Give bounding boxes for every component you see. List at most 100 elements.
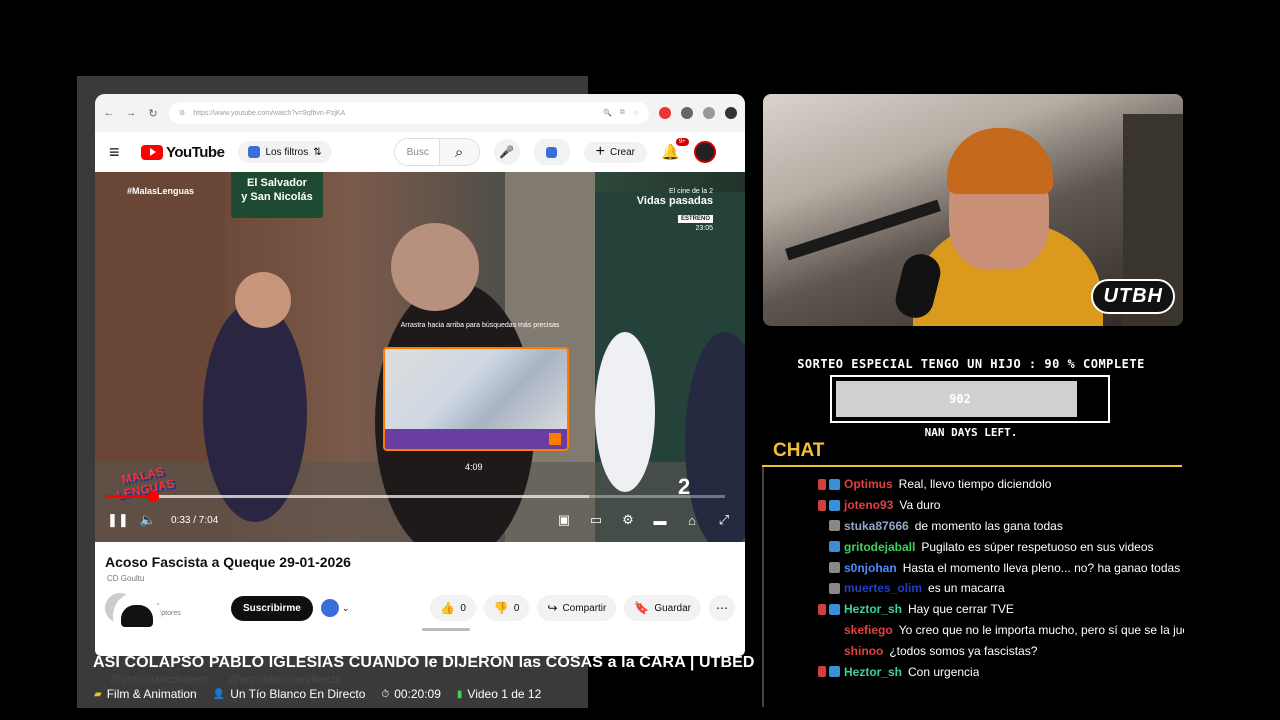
theater-mode-icon[interactable]: ▬ — [651, 513, 669, 528]
chat-title: CHAT — [773, 440, 825, 461]
site-info-icon[interactable]: ⚙ — [179, 109, 185, 117]
cast-icon[interactable]: ⌂ — [683, 513, 701, 528]
account-avatar[interactable] — [693, 141, 716, 163]
reload-icon[interactable]: ↻ — [147, 107, 159, 120]
forward-icon[interactable]: → — [125, 107, 137, 119]
video-title: Acoso Fascista a Queque 29-01-2026 — [105, 554, 351, 570]
membership-chip[interactable]: ⌄ — [320, 599, 349, 617]
person-white-shirt — [595, 332, 655, 492]
zoom-icon[interactable]: 🔍 — [603, 109, 612, 117]
browser-window: ← → ↻ ⚙ https://www.youtube.com/watch?v=… — [95, 94, 745, 656]
youtube-logo[interactable]: YouTube — [141, 144, 225, 161]
chat-username[interactable]: muertes_olim — [844, 581, 922, 595]
subtitles-ai-icon[interactable]: ▣ — [555, 512, 573, 528]
volume-icon[interactable]: 🔈 — [139, 512, 157, 528]
chat-username[interactable]: Heztor_sh — [844, 602, 902, 616]
create-label: Crear — [609, 146, 635, 158]
extension-profile-icon[interactable] — [725, 107, 737, 119]
hat-character-overlay — [113, 592, 161, 640]
extension-puzzle-icon[interactable] — [681, 107, 693, 119]
gear-icon[interactable]: ⚙ — [619, 512, 637, 528]
thumbs-up-icon: 👍 — [440, 601, 456, 615]
chat-badge-icon — [829, 582, 840, 594]
video-channel-chip[interactable]: CD Goultu — [107, 574, 144, 583]
save-button[interactable]: 🔖 Guardar — [624, 595, 701, 621]
chat-text: Hasta el momento lleva pleno... no? ha g… — [902, 560, 1181, 575]
streamer-beanie — [947, 128, 1053, 194]
captions-icon[interactable]: ▭ — [587, 512, 605, 528]
progress-bar[interactable] — [105, 491, 725, 502]
youtube-header: ≡ YouTube Los filtros ⇅ Busc ⌕ 🎤 + Crear… — [95, 132, 745, 172]
ai-chip[interactable] — [533, 139, 570, 165]
fullscreen-icon[interactable]: ⤢ — [715, 512, 733, 528]
ai-badge-icon — [546, 146, 558, 158]
chat-badge-icon — [829, 520, 840, 532]
progress-played — [105, 495, 154, 498]
progress-buffered — [105, 495, 589, 498]
ghost-handle-1: @untioblancohetero — [110, 674, 209, 686]
chat-username[interactable]: s0njohan — [844, 561, 897, 575]
video-player[interactable]: #MalasLenguas El Salvador y San Nicolás … — [95, 172, 745, 542]
like-button[interactable]: 👍 0 — [430, 595, 476, 621]
tv-promo-estreno: ESTRENO — [677, 215, 713, 223]
share-button[interactable]: ↪ Compartir — [537, 595, 617, 621]
seek-thumbnail-preview — [383, 347, 569, 451]
chat-message: skefiego Yo creo que no le importa mucho,… — [770, 620, 1184, 641]
chat-text: Hay que cerrar TVE — [908, 602, 1014, 617]
search-icon[interactable]: ⌕ — [438, 139, 479, 165]
chat-badge-icon — [829, 666, 840, 678]
scroll-indicator[interactable] — [422, 628, 470, 631]
preview-logo — [549, 433, 561, 445]
chat-badges — [770, 666, 844, 678]
meta-duration: ⏱ 00:20:09 — [381, 687, 441, 701]
meta-category-text: Film & Animation — [106, 687, 197, 701]
chat-username[interactable]: shinoo — [844, 644, 883, 658]
tv-promo-time: 23:05 — [695, 225, 713, 232]
youtube-play-icon — [141, 144, 163, 160]
chat-username[interactable]: stuka87666 — [844, 519, 909, 533]
search-input[interactable]: Busc — [395, 147, 439, 158]
dislike-button[interactable]: 👎 0 — [483, 595, 530, 621]
filter-badge-icon — [248, 146, 261, 158]
extension-opera-icon[interactable] — [659, 107, 671, 119]
share-label: Compartir — [562, 602, 607, 614]
search-box[interactable]: Busc ⌕ — [393, 138, 480, 166]
chat-username[interactable]: Optimus — [844, 477, 893, 491]
install-icon[interactable]: ⧉ — [620, 109, 625, 117]
stopwatch-icon: ⏱ — [381, 688, 390, 700]
chat-message: shinoo ¿todos somos ya fascistas? — [770, 640, 1184, 661]
hat-icon — [121, 605, 153, 627]
chat-username[interactable]: Heztor_sh — [844, 665, 902, 679]
filter-label: Los filtros — [265, 146, 309, 158]
subscribe-button[interactable]: Suscribirme — [231, 595, 313, 621]
address-bar[interactable]: ⚙ https://www.youtube.com/watch?v=9qfbvn… — [169, 102, 649, 124]
notifications-bell-icon[interactable]: 🔔 9+ — [661, 138, 689, 161]
bookmark-star-icon[interactable]: ☆ — [633, 109, 639, 117]
chat-badges — [770, 541, 844, 553]
chat-text: Yo creo que no le importa mucho, pero sí… — [898, 622, 1184, 637]
chat-username[interactable]: joteno93 — [844, 498, 893, 512]
chat-text: Real, llevo tiempo diciendolo — [898, 477, 1052, 492]
create-button[interactable]: + Crear — [583, 141, 647, 163]
pause-icon[interactable]: ❚❚ — [107, 512, 129, 528]
menu-icon[interactable]: ≡ — [109, 142, 127, 163]
bar-chart-icon: ▮ — [456, 688, 463, 700]
tv-promo-badge: El cine de la 2 Vidas pasadas ESTRENO 23… — [637, 188, 713, 232]
giveaway-days-left: NAN DAYS LEFT. — [924, 426, 1018, 439]
street-sign-line-1: El Salvador — [247, 177, 307, 189]
microphone-icon[interactable]: 🎤 — [493, 139, 520, 165]
like-count: 0 — [460, 602, 466, 614]
back-icon[interactable]: ← — [103, 107, 115, 119]
webcam-mic-arm — [785, 199, 941, 261]
utbh-logo: UTBH — [1091, 279, 1175, 314]
giveaway-progress: 902 — [830, 375, 1110, 423]
more-options-icon[interactable]: ⋯ — [709, 595, 735, 621]
chat-text: Con urgencia — [908, 664, 980, 679]
filter-chip[interactable]: Los filtros ⇅ — [238, 141, 332, 163]
bookmark-icon: 🔖 — [634, 601, 650, 615]
chat-badges — [770, 582, 844, 594]
chat-username[interactable]: gritodejaball — [844, 540, 915, 554]
chat-username[interactable]: skefiego — [844, 623, 893, 637]
extension-menu-icon[interactable] — [703, 107, 715, 119]
url-text: https://www.youtube.com/watch?v=9qfbvn-P… — [193, 109, 346, 117]
